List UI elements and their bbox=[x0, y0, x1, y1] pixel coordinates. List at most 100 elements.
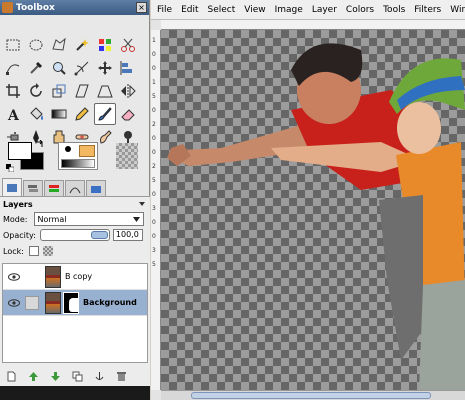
active-image-thumbnail[interactable] bbox=[116, 143, 138, 169]
mode-dropdown[interactable]: Normal bbox=[33, 212, 144, 226]
menu-colors[interactable]: Colors bbox=[346, 5, 374, 15]
layer-item-background[interactable]: Background bbox=[3, 290, 147, 316]
tool-button[interactable] bbox=[25, 103, 47, 125]
ruler-label: 2 bbox=[152, 121, 156, 128]
tool-button[interactable] bbox=[71, 57, 93, 79]
color-area bbox=[4, 140, 148, 174]
eraser-icon bbox=[121, 109, 135, 121]
menu-view[interactable]: View bbox=[244, 5, 265, 15]
tab-channels[interactable] bbox=[44, 180, 64, 196]
bucket-fill-icon bbox=[30, 107, 43, 120]
tool-button[interactable] bbox=[71, 80, 93, 102]
menu-filters[interactable]: Filters bbox=[414, 5, 441, 15]
close-icon[interactable]: × bbox=[136, 2, 147, 13]
scrollbar-thumb[interactable] bbox=[191, 392, 431, 399]
zoom-icon bbox=[53, 62, 66, 75]
lock-alpha-icon[interactable] bbox=[42, 246, 53, 256]
gradient-indicator[interactable] bbox=[61, 159, 95, 168]
svg-text:A: A bbox=[7, 108, 20, 122]
tool-button[interactable] bbox=[25, 34, 47, 56]
chain-link-toggle[interactable] bbox=[25, 295, 39, 310]
tool-button[interactable] bbox=[71, 34, 93, 56]
tool-button[interactable] bbox=[94, 34, 116, 56]
tab-paths[interactable] bbox=[65, 180, 85, 196]
layer-name[interactable]: B copy bbox=[65, 272, 92, 281]
toolbox-title: Toolbox bbox=[16, 2, 55, 13]
brush-indicator[interactable] bbox=[65, 146, 71, 152]
ruler-label: 0 bbox=[152, 233, 156, 240]
opacity-slider[interactable] bbox=[39, 229, 110, 241]
tool-button[interactable] bbox=[117, 103, 139, 125]
paintbrush-icon bbox=[98, 107, 112, 121]
image-canvas[interactable] bbox=[161, 30, 465, 390]
brush-pattern-gradient-indicator[interactable] bbox=[58, 142, 98, 170]
tool-button[interactable] bbox=[94, 57, 116, 79]
tool-button[interactable]: A bbox=[2, 103, 24, 125]
ruler-label: 0 bbox=[152, 107, 156, 114]
gimp-logo-icon bbox=[2, 2, 13, 13]
default-colors-icon[interactable] bbox=[6, 164, 14, 172]
layer-mask-thumbnail[interactable] bbox=[63, 291, 79, 314]
pattern-indicator[interactable] bbox=[79, 145, 95, 157]
layer-item-b-copy[interactable]: B copy bbox=[3, 264, 147, 290]
duplicate-layer-icon[interactable] bbox=[72, 371, 83, 382]
horizontal-scrollbar[interactable] bbox=[161, 390, 465, 400]
swap-colors-icon[interactable] bbox=[36, 140, 44, 148]
crop-icon bbox=[6, 84, 20, 98]
new-layer-icon[interactable] bbox=[6, 371, 17, 382]
tool-button[interactable] bbox=[2, 34, 24, 56]
ruler-label: 0 bbox=[152, 51, 156, 58]
menu-file[interactable]: File bbox=[157, 5, 172, 15]
foreground-color-swatch[interactable] bbox=[8, 142, 32, 160]
menu-edit[interactable]: Edit bbox=[181, 5, 198, 15]
tab-layers[interactable] bbox=[23, 180, 43, 196]
tool-button[interactable] bbox=[48, 57, 70, 79]
tool-button[interactable] bbox=[94, 103, 116, 125]
toolbox-title-bar[interactable]: Toolbox × bbox=[0, 0, 149, 15]
scissors-icon bbox=[121, 38, 135, 52]
layers-icon bbox=[28, 184, 38, 192]
tool-button[interactable] bbox=[117, 34, 139, 56]
tool-button[interactable] bbox=[48, 34, 70, 56]
panel-menu-icon[interactable] bbox=[138, 200, 146, 208]
tool-button[interactable] bbox=[117, 80, 139, 102]
tool-button[interactable] bbox=[71, 103, 93, 125]
tool-button[interactable] bbox=[2, 57, 24, 79]
tool-button[interactable] bbox=[117, 57, 139, 79]
opacity-value-field[interactable]: 100,0 bbox=[112, 229, 143, 241]
tool-button[interactable] bbox=[2, 80, 24, 102]
tab-undo-history[interactable] bbox=[86, 180, 106, 196]
align-icon bbox=[120, 61, 132, 75]
menu-image[interactable]: Image bbox=[275, 5, 303, 15]
menu-select[interactable]: Select bbox=[208, 5, 236, 15]
image-window: File Edit Select View Image Layer Colors Tools F… bbox=[151, 0, 465, 400]
eye-icon[interactable] bbox=[7, 271, 21, 283]
menu-windo[interactable]: Windo bbox=[450, 5, 465, 15]
ruler-label: 0 bbox=[152, 135, 156, 142]
menu-tools[interactable]: Tools bbox=[383, 5, 405, 15]
tool-button[interactable] bbox=[94, 80, 116, 102]
ruler-label: 0 bbox=[152, 149, 156, 156]
ellipse-select-icon bbox=[29, 39, 43, 51]
tab-tool-options[interactable] bbox=[2, 178, 22, 196]
lock-pixels-checkbox[interactable] bbox=[28, 246, 39, 256]
eye-icon[interactable] bbox=[7, 297, 21, 309]
lower-layer-icon[interactable] bbox=[50, 371, 61, 382]
tool-button[interactable] bbox=[48, 80, 70, 102]
horizontal-ruler[interactable] bbox=[161, 20, 465, 30]
menu-layer[interactable]: Layer bbox=[312, 5, 337, 15]
tool-button[interactable] bbox=[25, 57, 47, 79]
opacity-slider-handle[interactable] bbox=[90, 231, 108, 239]
ruler-label: 0 bbox=[152, 65, 156, 72]
layer-name[interactable]: Background bbox=[83, 298, 137, 307]
tool-button[interactable] bbox=[25, 80, 47, 102]
raise-layer-icon[interactable] bbox=[28, 371, 39, 382]
vertical-ruler[interactable]: 1 0 0 1 5 0 2 0 0 2 5 0 3 0 0 3 5 bbox=[151, 30, 161, 390]
anchor-layer-icon[interactable] bbox=[94, 371, 105, 382]
rect-select-icon bbox=[6, 39, 20, 51]
bottom-strip bbox=[0, 386, 150, 400]
tool-button[interactable] bbox=[48, 103, 70, 125]
lock-row: Lock: bbox=[0, 243, 150, 259]
delete-layer-icon[interactable] bbox=[116, 371, 127, 382]
move-icon bbox=[98, 61, 112, 75]
